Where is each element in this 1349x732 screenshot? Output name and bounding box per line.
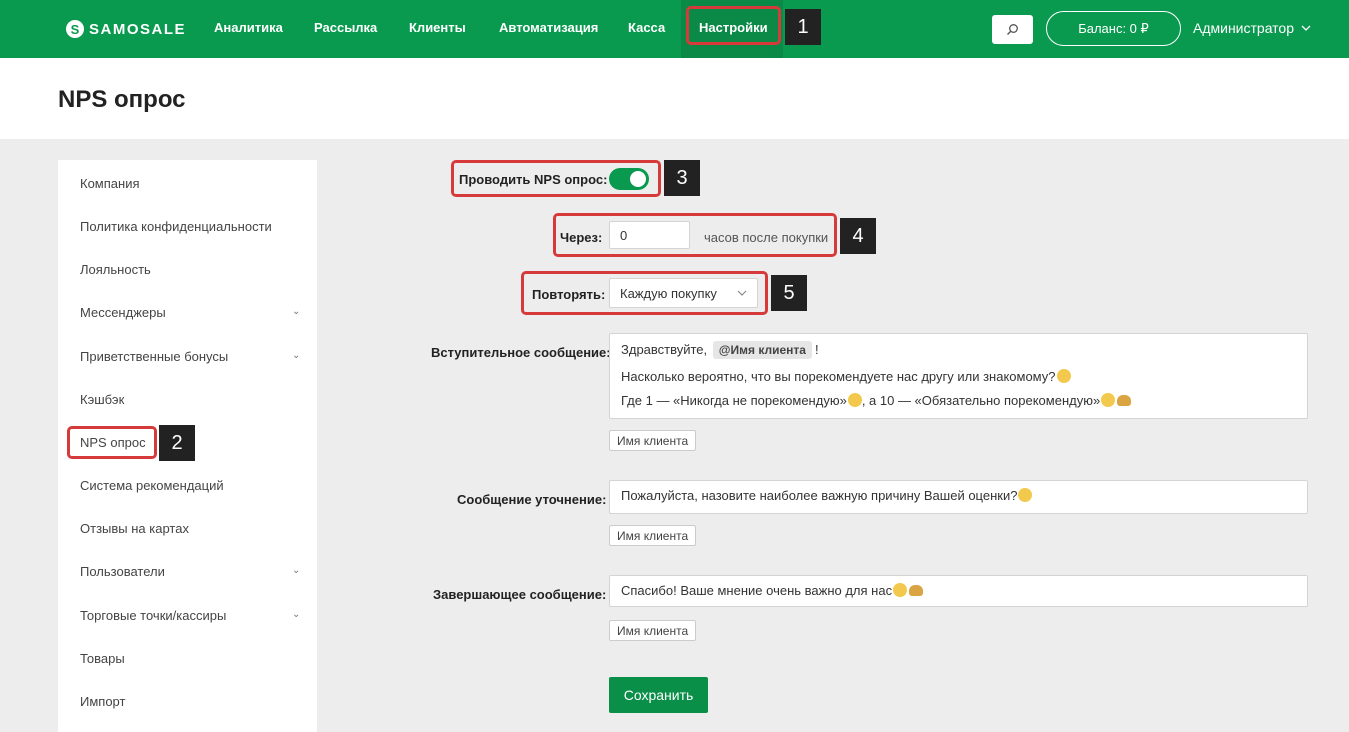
chevron-down-icon[interactable]: ⌄ <box>292 609 300 620</box>
sidebar-item-users[interactable]: Пользователи <box>80 564 165 579</box>
nav-automation[interactable]: Автоматизация <box>499 0 598 58</box>
highlight-nps-sidebar <box>67 426 157 459</box>
save-button[interactable]: Сохранить <box>609 677 708 713</box>
callout-2: 2 <box>159 425 195 461</box>
callout-3: 3 <box>664 160 700 196</box>
insert-client-name-button[interactable]: Имя клиента <box>609 525 697 546</box>
page-header: NPS опрос <box>0 58 1349 139</box>
intro-question: Насколько вероятно, что вы порекомендует… <box>621 369 1056 384</box>
burger-emoji-icon <box>1117 395 1132 406</box>
chevron-down-icon[interactable]: ⌄ <box>292 565 300 576</box>
user-name: Администратор <box>1193 20 1295 36</box>
brand-name: SAMOSALE <box>89 20 187 38</box>
intro-greeting: Здравствуйте, <box>621 342 708 357</box>
search-icon <box>1007 24 1018 35</box>
heart-eyes-emoji-icon <box>1101 393 1116 407</box>
sidebar-item-cashback[interactable]: Кэшбэк <box>80 392 124 407</box>
sidebar-item-outlets[interactable]: Торговые точки/кассиры <box>80 608 226 623</box>
smile-emoji-icon <box>893 583 908 597</box>
intro-message-textarea[interactable]: Здравствуйте, @Имя клиента! Насколько ве… <box>609 333 1308 419</box>
highlight-delay <box>553 213 837 257</box>
callout-5: 5 <box>771 275 807 311</box>
sidebar-item-privacy-policy[interactable]: Политика конфиденциальности <box>80 219 272 234</box>
page-title: NPS опрос <box>58 86 186 113</box>
highlight-settings <box>686 6 781 45</box>
intro-scale-high: , а 10 — «Обязательно порекомендую» <box>861 393 1101 408</box>
highlight-repeat <box>521 271 768 315</box>
clarify-message-input[interactable]: Пожалуйста, назовите наиболее важную при… <box>609 480 1308 514</box>
sidebar-item-messengers[interactable]: Мессенджеры <box>80 305 166 320</box>
worried-emoji-icon <box>1018 488 1033 502</box>
highlight-nps-toggle <box>451 160 661 197</box>
final-line: Спасибо! Ваше мнение очень важно для нас <box>621 583 924 598</box>
thinking-emoji-icon <box>1056 369 1071 383</box>
search-button[interactable] <box>992 15 1033 44</box>
sad-emoji-icon <box>847 393 862 407</box>
callout-1: 1 <box>785 9 821 45</box>
sidebar-item-welcome-bonuses[interactable]: Приветственные бонусы <box>80 349 228 364</box>
callout-4: 4 <box>840 218 876 254</box>
client-name-tag[interactable]: @Имя клиента <box>712 341 812 359</box>
intro-scale-low: Где 1 — «Никогда не порекомендую» <box>621 393 847 408</box>
intro-line-3: Где 1 — «Никогда не порекомендую» , а 10 … <box>621 393 1132 408</box>
intro-exclamation: ! <box>814 342 819 357</box>
brand-mark-icon: S <box>66 20 84 38</box>
final-text: Спасибо! Ваше мнение очень важно для нас <box>621 583 893 598</box>
sidebar-item-referrals[interactable]: Система рекомендаций <box>80 478 224 493</box>
chevron-down-icon[interactable]: ⌄ <box>292 350 300 361</box>
nav-clients[interactable]: Клиенты <box>409 0 466 58</box>
nav-mailing[interactable]: Рассылка <box>314 0 377 58</box>
intro-message-label: Вступительное сообщение: <box>431 345 611 360</box>
nav-analytics[interactable]: Аналитика <box>214 0 283 58</box>
clarify-text: Пожалуйста, назовите наиболее важную при… <box>621 488 1018 503</box>
chevron-down-icon <box>1301 25 1311 31</box>
sidebar-item-company[interactable]: Компания <box>80 176 140 191</box>
clarify-line: Пожалуйста, назовите наиболее важную при… <box>621 488 1033 503</box>
user-menu[interactable]: Администратор <box>1193 20 1311 36</box>
nav-cashbox[interactable]: Касса <box>628 0 665 58</box>
sidebar-item-loyalty[interactable]: Лояльность <box>80 262 151 277</box>
chevron-down-icon[interactable]: ⌄ <box>292 306 300 317</box>
clarify-message-label: Сообщение уточнение: <box>457 492 607 507</box>
insert-client-name-button[interactable]: Имя клиента <box>609 620 697 641</box>
insert-client-name-button[interactable]: Имя клиента <box>609 430 697 451</box>
sidebar-item-map-reviews[interactable]: Отзывы на картах <box>80 521 189 536</box>
intro-line-2: Насколько вероятно, что вы порекомендует… <box>621 369 1071 384</box>
sidebar-item-products[interactable]: Товары <box>80 651 125 666</box>
intro-line-1: Здравствуйте, @Имя клиента! <box>621 341 819 359</box>
brand-logo[interactable]: S SAMOSALE <box>66 18 186 40</box>
top-navbar: S SAMOSALE Аналитика Рассылка Клиенты Ав… <box>0 0 1349 58</box>
balance-button[interactable]: Баланс: 0 ₽ <box>1046 11 1181 46</box>
sidebar-item-import[interactable]: Импорт <box>80 694 125 709</box>
final-message-label: Завершающее сообщение: <box>433 587 607 602</box>
burger-emoji-icon <box>909 585 924 596</box>
final-message-input[interactable]: Спасибо! Ваше мнение очень важно для нас <box>609 575 1308 607</box>
